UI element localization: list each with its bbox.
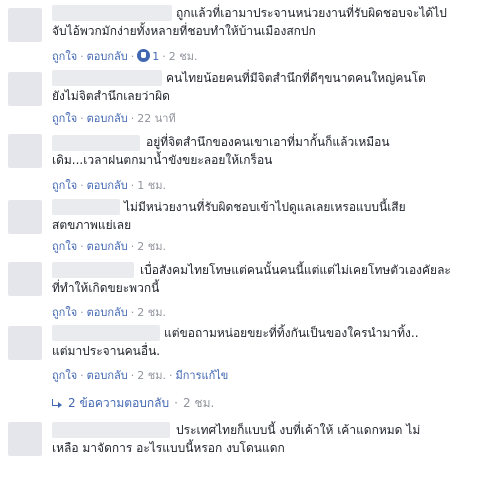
reply-link[interactable]: ตอบกลับ: [87, 306, 128, 319]
comment-text: ประเทศไทยก็แบบนี้ งบที่เค้าให้ เค้าแดกหม…: [52, 423, 421, 455]
comment-actions: ถูกใจ · ตอบกลับ · 2 ชม. · มีการแก้ไข: [52, 369, 229, 382]
timestamp[interactable]: 2 ชม.: [137, 306, 166, 319]
reply-link[interactable]: ตอบกลับ: [87, 50, 128, 63]
avatar[interactable]: [8, 422, 42, 456]
timestamp[interactable]: 2 ชม.: [137, 240, 166, 253]
replies-count[interactable]: 2 ข้อความตอบกลับ: [68, 396, 169, 410]
timestamp[interactable]: 2 ชม.: [137, 369, 166, 382]
replies-time[interactable]: 2 ชม.: [183, 396, 214, 410]
like-count-icon[interactable]: [137, 49, 151, 62]
comment-actions: ถูกใจ · ตอบกลับ · 1 · 2 ชม.: [52, 49, 198, 63]
avatar[interactable]: [8, 262, 42, 296]
avatar[interactable]: [8, 8, 42, 42]
timestamp[interactable]: 1 ชม.: [137, 179, 166, 192]
comment-actions: ถูกใจ · ตอบกลับ · 22 นาที: [52, 112, 176, 125]
like-link[interactable]: ถูกใจ: [52, 306, 77, 319]
comment-text: แต่ขอถามหน่อยขยะที่ทิ้งกันเป็นของใครนำมา…: [52, 326, 419, 358]
comment-actions: ถูกใจ · ตอบกลับ · 1 ชม.: [52, 179, 166, 192]
comment-text: อยู่ที่จิตสำนึกของคนเขาเอาที่มากั้นก็แล้…: [52, 135, 390, 167]
avatar[interactable]: [8, 72, 42, 106]
comment-text: ไม่มีหน่วยงานที่รับผิดชอบเข้าไปดูแลเลยเห…: [52, 200, 406, 232]
comment-actions: ถูกใจ · ตอบกลับ · 2 ชม.: [52, 306, 166, 319]
timestamp[interactable]: 22 นาที: [137, 112, 175, 125]
like-link[interactable]: ถูกใจ: [52, 240, 77, 253]
avatar[interactable]: [8, 134, 42, 168]
reply-link[interactable]: ตอบกลับ: [87, 240, 128, 253]
comment-actions: ถูกใจ · ตอบกลับ · 2 ชม.: [52, 240, 166, 253]
like-link[interactable]: ถูกใจ: [52, 112, 77, 125]
timestamp[interactable]: 2 ชม.: [169, 50, 198, 63]
like-link[interactable]: ถูกใจ: [52, 50, 77, 63]
view-replies-link[interactable]: 2 ข้อความตอบกลับ · 2 ชม.: [52, 394, 214, 413]
reply-link[interactable]: ตอบกลับ: [87, 112, 128, 125]
avatar[interactable]: [8, 200, 42, 234]
reply-link[interactable]: ตอบกลับ: [87, 179, 128, 192]
reply-arrow-icon: [52, 399, 62, 408]
like-link[interactable]: ถูกใจ: [52, 369, 77, 382]
comment-text: ถูกแล้วที่เอามาประจานหน่วยงานที่รับผิดชอ…: [52, 6, 447, 38]
comment-text: คนไทยน้อยคนที่มีจิตสำนึกที่ดีๆขนาดคนใหญ่…: [52, 71, 426, 103]
like-count[interactable]: 1: [152, 50, 159, 63]
avatar[interactable]: [8, 326, 42, 360]
edited-link[interactable]: มีการแก้ไข: [175, 369, 228, 382]
like-link[interactable]: ถูกใจ: [52, 179, 77, 192]
comment-text: เบื่อสังคมไทยโทษแต่คนนั้นคนนี้แต่แต่ไม่เ…: [52, 263, 451, 295]
reply-link[interactable]: ตอบกลับ: [87, 369, 128, 382]
